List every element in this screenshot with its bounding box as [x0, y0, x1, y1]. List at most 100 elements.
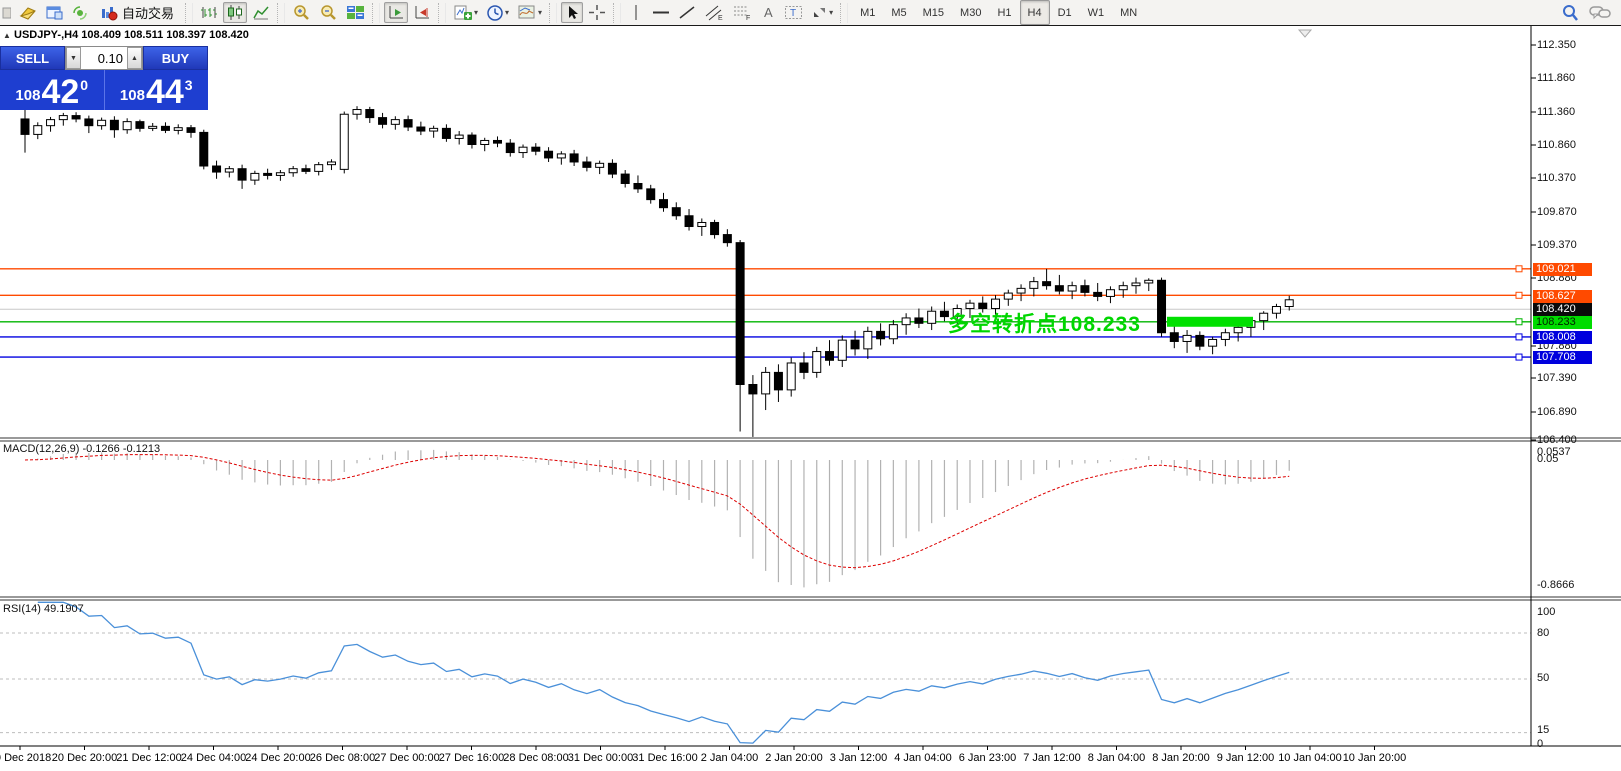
zoom-in-button[interactable]: [289, 2, 314, 23]
window-icon: [45, 5, 63, 21]
chart-shift-button[interactable]: [410, 2, 434, 23]
line-chart-mode-button[interactable]: [249, 2, 273, 23]
chart-shift-icon: [413, 4, 431, 21]
indicators-dropdown-caret[interactable]: ▾: [474, 8, 478, 17]
horizontal-line-icon: [652, 4, 670, 21]
price-tag: 108.008: [1533, 331, 1592, 344]
price-axis-label: 106.890: [1537, 406, 1577, 418]
time-axis-label: 3 Jan 12:00: [830, 752, 888, 764]
templates-dropdown-caret[interactable]: ▾: [538, 8, 542, 17]
fibonacci-tool-button[interactable]: F: [729, 2, 755, 23]
toolbar-right-group: [1561, 4, 1621, 22]
signals-button[interactable]: [68, 2, 92, 23]
time-axis-label: 8 Jan 20:00: [1152, 752, 1210, 764]
buy-price-prefix: 108: [120, 87, 145, 104]
toolbar-separator: [613, 3, 621, 23]
chat-icon[interactable]: [1589, 4, 1611, 22]
sell-button[interactable]: SELL: [0, 46, 65, 70]
macd-min-label: -0.8666: [1537, 579, 1574, 591]
sell-price[interactable]: 108 42 0: [0, 70, 105, 110]
timeframe-button-M1[interactable]: M1: [852, 0, 883, 25]
timeframe-button-W1[interactable]: W1: [1080, 0, 1113, 25]
indicators-button[interactable]: ▾: [450, 2, 481, 23]
periods-dropdown-caret[interactable]: ▾: [505, 8, 509, 17]
timeframe-button-H1[interactable]: H1: [989, 0, 1019, 25]
equidistant-channel-tool-button[interactable]: E: [701, 2, 727, 23]
volume-input[interactable]: [81, 47, 127, 69]
timeframe-button-M15[interactable]: M15: [915, 0, 952, 25]
svg-text:A: A: [764, 5, 773, 20]
sell-price-prefix: 108: [15, 87, 40, 104]
add-indicator-icon: [453, 4, 473, 22]
time-axis-label: 31 Dec 00:00: [568, 752, 633, 764]
clipped-icon[interactable]: [0, 2, 14, 23]
label-tool-button[interactable]: T: [781, 2, 806, 23]
fibonacci-icon: F: [732, 4, 752, 21]
rsi-indicator-label: RSI(14) 49.1907: [3, 603, 84, 615]
timeframe-button-M5[interactable]: M5: [883, 0, 914, 25]
svg-text:T: T: [790, 8, 796, 19]
zoom-in-icon: [292, 4, 311, 22]
candlestick-mode-button[interactable]: [223, 2, 247, 23]
time-axis-label: 24 Dec 20:00: [245, 752, 310, 764]
chart-window: ▲ USDJPY-,H4 108.409 108.511 108.397 108…: [0, 26, 1621, 771]
signal-icon: [71, 5, 89, 21]
tile-windows-button[interactable]: [343, 2, 368, 23]
volume-increase-button[interactable]: ▲: [127, 47, 142, 69]
price-tag: 108.627: [1533, 290, 1592, 303]
crosshair-tool-button[interactable]: [585, 2, 609, 23]
time-axis-label: 2 Jan 20:00: [765, 752, 823, 764]
horizontal-line-tool-button[interactable]: [649, 2, 673, 23]
timeframe-button-H4[interactable]: H4: [1020, 0, 1050, 25]
pivot-annotation-text: 多空转折点108.233: [948, 308, 1141, 338]
volume-decrease-button[interactable]: ▼: [66, 47, 81, 69]
time-axis-label: 21 Dec 12:00: [116, 752, 181, 764]
chart-canvas[interactable]: [0, 26, 1621, 771]
toolbar-separator: [372, 3, 380, 23]
auto-trading-button[interactable]: 自动交易: [94, 2, 181, 23]
time-axis-label: 2 Jan 04:00: [701, 752, 759, 764]
time-axis-label: 4 Jan 04:00: [894, 752, 952, 764]
time-axis-label: 10 Jan 20:00: [1343, 752, 1407, 764]
list-icon: [0, 5, 11, 21]
time-axis-label: 7 Jan 12:00: [1023, 752, 1081, 764]
vertical-line-tool-button[interactable]: [625, 2, 647, 23]
timeframe-button-MN[interactable]: MN: [1112, 0, 1145, 25]
buy-price-sup: 3: [185, 77, 193, 93]
price-axis-label: 110.860: [1537, 139, 1576, 151]
vertical-line-icon: [630, 4, 642, 21]
timeframe-button-M30[interactable]: M30: [952, 0, 989, 25]
svg-text:F: F: [746, 15, 750, 21]
rsi-scale-label: 0: [1537, 738, 1543, 750]
templates-button[interactable]: ▾: [514, 2, 545, 23]
cursor-tool-button[interactable]: [561, 2, 583, 23]
bar-chart-mode-button[interactable]: [197, 2, 221, 23]
price-axis-label: 111.860: [1537, 72, 1575, 84]
toolbar-separator: [549, 3, 557, 23]
arrows-dropdown-caret[interactable]: ▾: [829, 8, 833, 17]
periods-button[interactable]: ▾: [483, 2, 512, 23]
volume-stepper: ▼ ▲: [65, 46, 143, 70]
search-icon[interactable]: [1561, 4, 1579, 22]
arrows-tool-button[interactable]: ▾: [808, 2, 836, 23]
price-tag: 107.708: [1533, 351, 1592, 364]
rsi-scale-label: 50: [1537, 672, 1549, 684]
toolbar-separator: [185, 3, 193, 23]
macd-mid-label: 0.05: [1537, 453, 1558, 465]
time-axis-label: 10 Jan 04:00: [1278, 752, 1342, 764]
rsi-scale-label: 15: [1537, 724, 1549, 736]
trendline-tool-button[interactable]: [675, 2, 699, 23]
buy-price[interactable]: 108 44 3: [105, 70, 209, 110]
price-axis-label: 110.370: [1537, 172, 1576, 184]
new-window-button[interactable]: [42, 2, 66, 23]
history-center-button[interactable]: [16, 2, 40, 23]
zoom-out-icon: [319, 4, 338, 22]
text-tool-button[interactable]: A: [757, 2, 779, 23]
buy-button[interactable]: BUY: [143, 46, 208, 70]
auto-scroll-button[interactable]: [384, 2, 408, 23]
rsi-scale-label: 100: [1537, 606, 1555, 618]
macd-indicator-label: MACD(12,26,9) -0.1266 -0.1213: [3, 443, 160, 455]
zoom-out-button[interactable]: [316, 2, 341, 23]
timeframe-button-D1[interactable]: D1: [1050, 0, 1080, 25]
time-axis-label: 31 Dec 16:00: [632, 752, 697, 764]
